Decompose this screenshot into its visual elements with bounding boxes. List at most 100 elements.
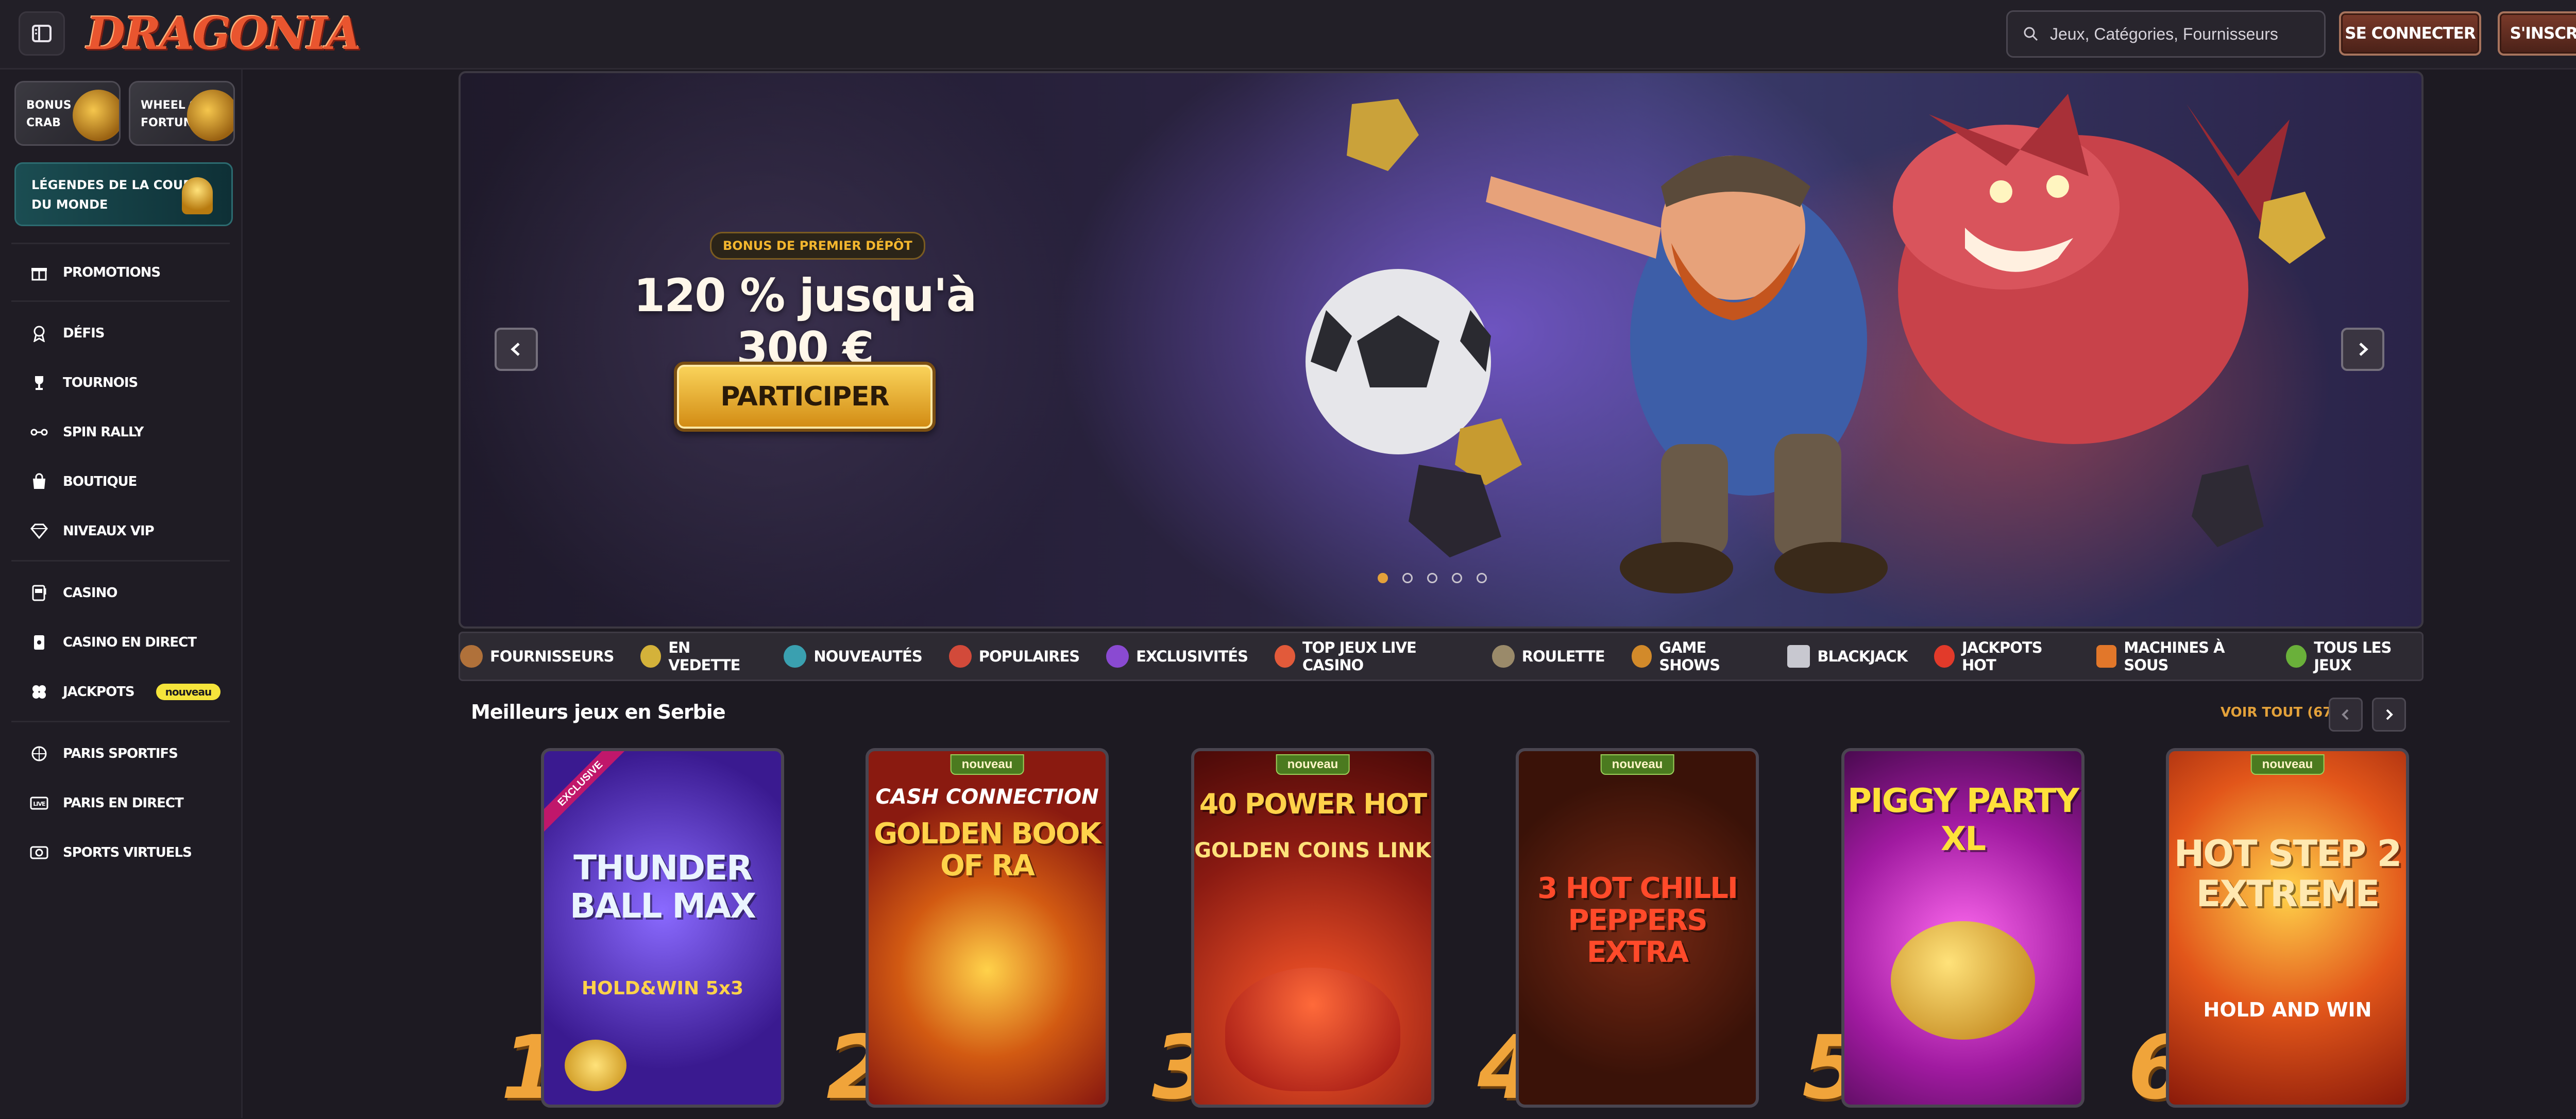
gem-icon: [784, 645, 807, 668]
sidebar-item-defis[interactable]: DÉFIS: [29, 318, 105, 349]
world-cup-label-line2: DU MONDE: [31, 197, 108, 212]
providers-icon: [460, 645, 483, 668]
category-tous-les-jeux[interactable]: TOUS LES JEUX: [2286, 639, 2422, 674]
promo-tile-label: BONUS CRAB: [26, 97, 72, 132]
game-title: HOT STEP 2 EXTREME: [2174, 833, 2402, 915]
game-card-3-hot-chilli-peppers-extra[interactable]: nouveau 3 HOT CHILLI PEPPERS EXTRA: [1516, 748, 1759, 1108]
sidebar-item-label: BOUTIQUE: [63, 474, 137, 489]
top-bar: DRAGONIA Jeux, Catégories, Fournisseurs …: [0, 0, 2576, 70]
medal-icon: [29, 323, 49, 344]
sidebar-item-label: PROMOTIONS: [63, 265, 161, 280]
world-cup-legends-banner[interactable]: LÉGENDES DE LA COUPE DU MONDE: [14, 162, 233, 226]
gift-icon: [29, 262, 49, 283]
sidebar-item-promotions[interactable]: PROMOTIONS: [29, 257, 161, 288]
divider: [11, 721, 230, 722]
svg-text:LIVE: LIVE: [33, 801, 45, 807]
sidebar-item-boutique[interactable]: BOUTIQUE: [29, 466, 137, 497]
hero-banner[interactable]: BONUS DE PREMIER DÉPÔT 120 % jusqu'à 300…: [459, 71, 2424, 629]
clover-icon: [29, 682, 49, 702]
carousel-dot[interactable]: [1402, 573, 1413, 583]
sidebar-item-casino-en-direct[interactable]: CASINO EN DIRECT: [29, 627, 197, 658]
sidebar-item-sports-virtuels[interactable]: SPORTS VIRTUELS: [29, 837, 192, 868]
promo-tile-wheel-of-fortune[interactable]: WHEEL OF FORTUNE: [129, 81, 235, 146]
game-subtitle: HOLD&WIN 5x3: [581, 978, 744, 999]
sidebar-item-label: SPIN RALLY: [63, 425, 144, 440]
category-label: GAME SHOWS: [1659, 639, 1720, 674]
promo-tile-bonus-crab[interactable]: BONUS CRAB: [14, 81, 121, 146]
sidebar-item-spin-rally[interactable]: SPIN RALLY: [29, 417, 144, 448]
category-blackjack[interactable]: BLACKJACK: [1787, 645, 1908, 668]
games-next-button[interactable]: [2372, 698, 2406, 732]
world-cup-label-line1: LÉGENDES DE LA COUPE: [31, 178, 201, 192]
category-label: NOUVEAUTÉS: [814, 648, 922, 665]
category-jackpots-hot[interactable]: JACKPOTS HOT: [1934, 639, 2069, 674]
game-title: GOLDEN BOOK OF RA: [874, 817, 1101, 883]
sidebar-item-paris-sportifs[interactable]: PARIS SPORTIFS: [29, 738, 178, 769]
sidebar-item-niveaux-vip[interactable]: NIVEAUX VIP: [29, 516, 155, 547]
game-card-thunder-ball-max[interactable]: EXCLUSIVE THUNDER BALL MAX HOLD&WIN 5x3: [541, 748, 784, 1108]
sidebar: BONUS CRAB WHEEL OF FORTUNE LÉGENDES DE …: [0, 70, 243, 1118]
rocket-icon: [948, 645, 972, 668]
hero-prev-button[interactable]: [495, 328, 538, 371]
category-game-shows[interactable]: GAME SHOWS: [1631, 639, 1761, 674]
category-populaires[interactable]: POPULAIRES: [948, 645, 1080, 668]
dragonia-logo[interactable]: DRAGONIA: [87, 8, 361, 60]
star-icon: [640, 645, 662, 668]
search-placeholder: Jeux, Catégories, Fournisseurs: [2050, 24, 2278, 43]
game-card-golden-book-of-ra[interactable]: nouveau CASH CONNECTION GOLDEN BOOK OF R…: [866, 748, 1109, 1108]
sidebar-item-label: NIVEAUX VIP: [63, 523, 155, 539]
sidebar-item-label: DÉFIS: [63, 326, 105, 341]
chevron-right-icon: [2359, 343, 2368, 356]
category-roulette[interactable]: ROULETTE: [1492, 645, 1605, 668]
category-label: TOUS LES JEUX: [2314, 639, 2392, 674]
divider: [11, 560, 230, 562]
game-title: 40 POWER HOT: [1199, 788, 1427, 820]
carousel-dot[interactable]: [1452, 573, 1462, 583]
casino-chip-icon: [1274, 645, 1295, 668]
game-card-piggy-party-xl[interactable]: PIGGY PARTY XL: [1841, 748, 2084, 1108]
new-badge: nouveau: [1276, 754, 1350, 775]
exclusive-ribbon: EXCLUSIVE: [544, 751, 629, 832]
hero-next-button[interactable]: [2341, 328, 2384, 371]
game-subtitle: GOLDEN COINS LINK: [1194, 839, 1431, 862]
category-exclusivites[interactable]: EXCLUSIVITÉS: [1106, 645, 1248, 668]
game-subtitle: HOLD AND WIN: [2203, 998, 2372, 1021]
sidebar-item-label: PARIS SPORTIFS: [63, 746, 178, 761]
category-en-vedette[interactable]: EN VEDETTE: [640, 639, 757, 674]
category-nouveautes[interactable]: NOUVEAUTÉS: [784, 645, 923, 668]
games-prev-button[interactable]: [2329, 698, 2363, 732]
wheel-icon: [1631, 645, 1652, 668]
slot-machine-icon: [29, 583, 49, 603]
carousel-dot[interactable]: [1477, 573, 1487, 583]
first-deposit-badge: BONUS DE PREMIER DÉPÔT: [710, 232, 925, 260]
world-cup-label: LÉGENDES DE LA COUPE DU MONDE: [31, 175, 200, 214]
game-title: THUNDER BALL MAX: [569, 848, 756, 926]
new-badge: nouveau: [950, 754, 1024, 775]
login-button[interactable]: SE CONNECTER: [2339, 11, 2481, 56]
category-machines-a-sous[interactable]: MACHINES À SOUS: [2096, 639, 2260, 674]
category-fournisseurs[interactable]: FOURNISSEURS: [460, 645, 614, 668]
game-card-hot-step-2-extreme[interactable]: nouveau HOT STEP 2 EXTREME HOLD AND WIN: [2166, 748, 2409, 1108]
category-label: POPULAIRES: [978, 648, 1080, 665]
category-label: MACHINES À SOUS: [2124, 639, 2225, 674]
divider: [11, 300, 230, 302]
sidebar-item-label: TOURNOIS: [63, 375, 138, 391]
sidebar-item-paris-en-direct[interactable]: LIVE PARIS EN DIRECT: [29, 788, 184, 819]
sidebar-item-casino[interactable]: CASINO: [29, 578, 117, 608]
promo-tile-label-line2: CRAB: [26, 116, 61, 129]
basketball-icon: [29, 743, 49, 764]
sidebar-item-jackpots[interactable]: JACKPOTS nouveau: [29, 676, 221, 707]
signup-button[interactable]: S'INSCRIRE: [2498, 11, 2576, 56]
carousel-dot[interactable]: [1427, 573, 1437, 583]
game-card-40-power-hot[interactable]: nouveau 40 POWER HOT GOLDEN COINS LINK: [1191, 748, 1434, 1108]
sidebar-item-tournois[interactable]: TOURNOIS: [29, 367, 138, 398]
sidebar-toggle-button[interactable]: [19, 11, 65, 56]
category-top-jeux-live-casino[interactable]: TOP JEUX LIVE CASINO: [1274, 639, 1465, 674]
sidebar-item-label: CASINO: [63, 585, 117, 601]
trophy-icon: [29, 372, 49, 393]
carousel-dot[interactable]: [1378, 573, 1388, 583]
category-label: FOURNISSEURS: [489, 648, 614, 665]
participate-button[interactable]: PARTICIPER: [674, 362, 936, 432]
search-input[interactable]: Jeux, Catégories, Fournisseurs: [2006, 10, 2326, 58]
category-label: JACKPOTS HOT: [1962, 639, 2043, 674]
